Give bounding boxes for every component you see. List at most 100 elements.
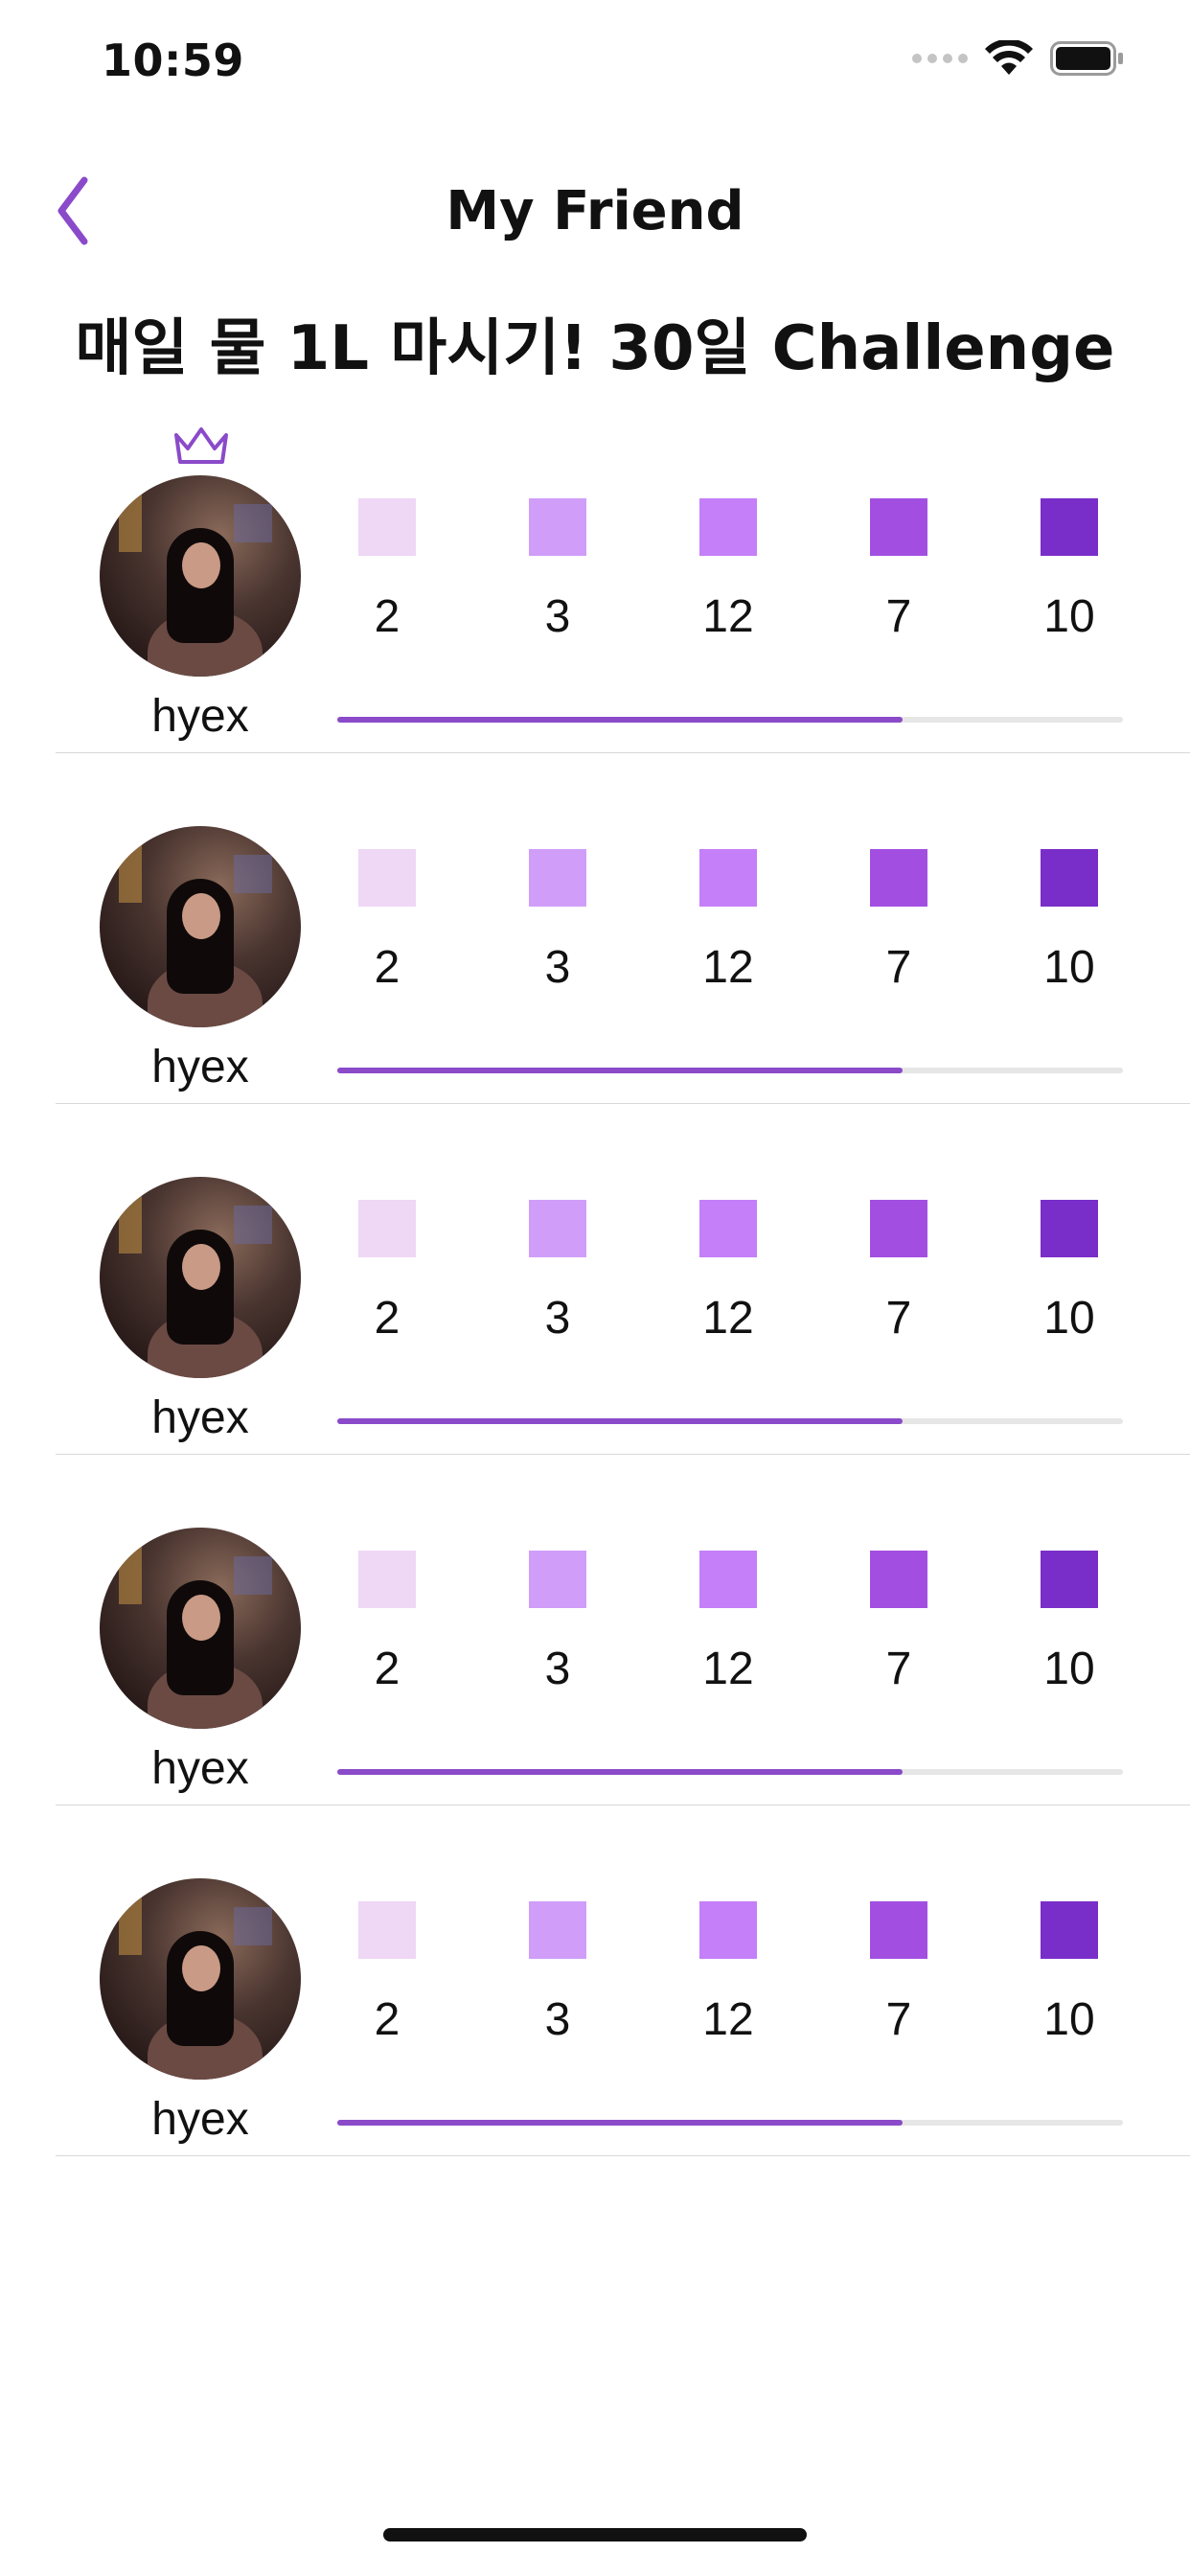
level-count: 7 — [885, 1293, 912, 1344]
level-color-square — [870, 1200, 927, 1257]
level-cell: 2 — [330, 1901, 445, 2046]
level-color-square — [529, 1551, 586, 1608]
level-color-square — [358, 1200, 416, 1257]
level-color-square — [358, 849, 416, 907]
avatar[interactable] — [100, 1177, 301, 1378]
avatar[interactable] — [100, 826, 301, 1027]
level-count: 7 — [885, 591, 912, 642]
level-count: 3 — [544, 1994, 571, 2045]
progress-bar — [337, 2120, 1123, 2126]
friend-name: hyex — [151, 2094, 249, 2145]
level-count: 10 — [1043, 1994, 1095, 2045]
progress-fill — [337, 1769, 904, 1775]
level-color-square — [358, 1901, 416, 1959]
wifi-icon — [985, 40, 1033, 75]
level-color-square — [529, 1200, 586, 1257]
level-cell: 10 — [1012, 849, 1127, 994]
friend-row[interactable]: hyex 2 3 12 7 10 — [0, 1806, 1190, 2156]
level-stats: 2 3 12 7 10 — [337, 1901, 1123, 2045]
level-color-square — [870, 849, 927, 907]
level-count: 12 — [702, 1644, 754, 1694]
battery-icon — [1050, 41, 1123, 76]
level-color-square — [870, 1901, 927, 1959]
progress-bar — [337, 1068, 1123, 1073]
level-count: 10 — [1043, 591, 1095, 642]
level-color-square — [358, 498, 416, 556]
level-color-square — [870, 1551, 927, 1608]
level-stats: 2 3 12 7 10 — [337, 1200, 1123, 1344]
level-color-square — [1041, 1901, 1098, 1959]
level-cell: 12 — [671, 1200, 786, 1345]
level-count: 12 — [702, 1994, 754, 2045]
level-cell: 7 — [841, 1200, 956, 1345]
level-count: 2 — [374, 591, 400, 642]
progress-fill — [337, 717, 904, 723]
level-stats: 2 3 12 7 10 — [337, 498, 1123, 642]
level-color-square — [1041, 1200, 1098, 1257]
progress-bar — [337, 717, 1123, 723]
level-cell: 3 — [500, 1551, 615, 1695]
level-cell: 2 — [330, 849, 445, 994]
friend-row[interactable]: hyex 2 3 12 7 10 — [0, 1455, 1190, 1806]
level-cell: 12 — [671, 498, 786, 643]
level-count: 2 — [374, 942, 400, 993]
status-icons — [912, 40, 1125, 77]
friend-row[interactable]: hyex 2 3 12 7 10 — [0, 402, 1190, 753]
level-cell: 2 — [330, 498, 445, 643]
level-count: 2 — [374, 1293, 400, 1344]
friend-name: hyex — [151, 691, 249, 742]
level-color-square — [529, 849, 586, 907]
level-cell: 3 — [500, 1901, 615, 2046]
home-indicator[interactable] — [383, 2528, 807, 2542]
avatar[interactable] — [100, 1878, 301, 2080]
level-count: 3 — [544, 591, 571, 642]
level-cell: 10 — [1012, 1200, 1127, 1345]
level-cell: 7 — [841, 1551, 956, 1695]
level-count: 2 — [374, 1644, 400, 1694]
avatar[interactable] — [100, 1528, 301, 1729]
level-count: 2 — [374, 1994, 400, 2045]
friend-list: hyex 2 3 12 7 10 hyex 2 3 12 7 10 hyex 2… — [0, 402, 1190, 2156]
progress-fill — [337, 2120, 904, 2126]
level-cell: 3 — [500, 1200, 615, 1345]
avatar[interactable] — [100, 475, 301, 677]
level-count: 12 — [702, 591, 754, 642]
level-color-square — [870, 498, 927, 556]
level-count: 7 — [885, 942, 912, 993]
friend-row[interactable]: hyex 2 3 12 7 10 — [0, 1104, 1190, 1455]
level-cell: 2 — [330, 1200, 445, 1345]
progress-fill — [337, 1068, 904, 1073]
level-stats: 2 3 12 7 10 — [337, 1551, 1123, 1694]
level-count: 12 — [702, 942, 754, 993]
navigation-bar: My Friend — [0, 163, 1190, 259]
progress-fill — [337, 1418, 904, 1424]
level-color-square — [699, 849, 757, 907]
friend-name: hyex — [151, 1042, 249, 1092]
level-count: 10 — [1043, 942, 1095, 993]
progress-bar — [337, 1769, 1123, 1775]
level-color-square — [529, 498, 586, 556]
level-color-square — [358, 1551, 416, 1608]
status-bar: 10:59 — [0, 0, 1190, 134]
level-stats: 2 3 12 7 10 — [337, 849, 1123, 993]
crown-icon — [174, 427, 228, 464]
row-divider — [56, 2155, 1190, 2156]
level-color-square — [1041, 849, 1098, 907]
cellular-signal-icon — [912, 54, 968, 63]
challenge-title: 매일 물 1L 마시기! 30일 Challenge — [75, 313, 1115, 384]
level-count: 7 — [885, 1644, 912, 1694]
level-count: 12 — [702, 1293, 754, 1344]
level-count: 7 — [885, 1994, 912, 2045]
level-cell: 12 — [671, 1551, 786, 1695]
level-cell: 7 — [841, 1901, 956, 2046]
friend-row[interactable]: hyex 2 3 12 7 10 — [0, 753, 1190, 1104]
level-cell: 10 — [1012, 1901, 1127, 2046]
level-color-square — [699, 498, 757, 556]
level-color-square — [1041, 498, 1098, 556]
level-cell: 7 — [841, 498, 956, 643]
status-time: 10:59 — [102, 34, 244, 86]
level-count: 10 — [1043, 1293, 1095, 1344]
level-cell: 10 — [1012, 498, 1127, 643]
level-color-square — [1041, 1551, 1098, 1608]
level-count: 10 — [1043, 1644, 1095, 1694]
